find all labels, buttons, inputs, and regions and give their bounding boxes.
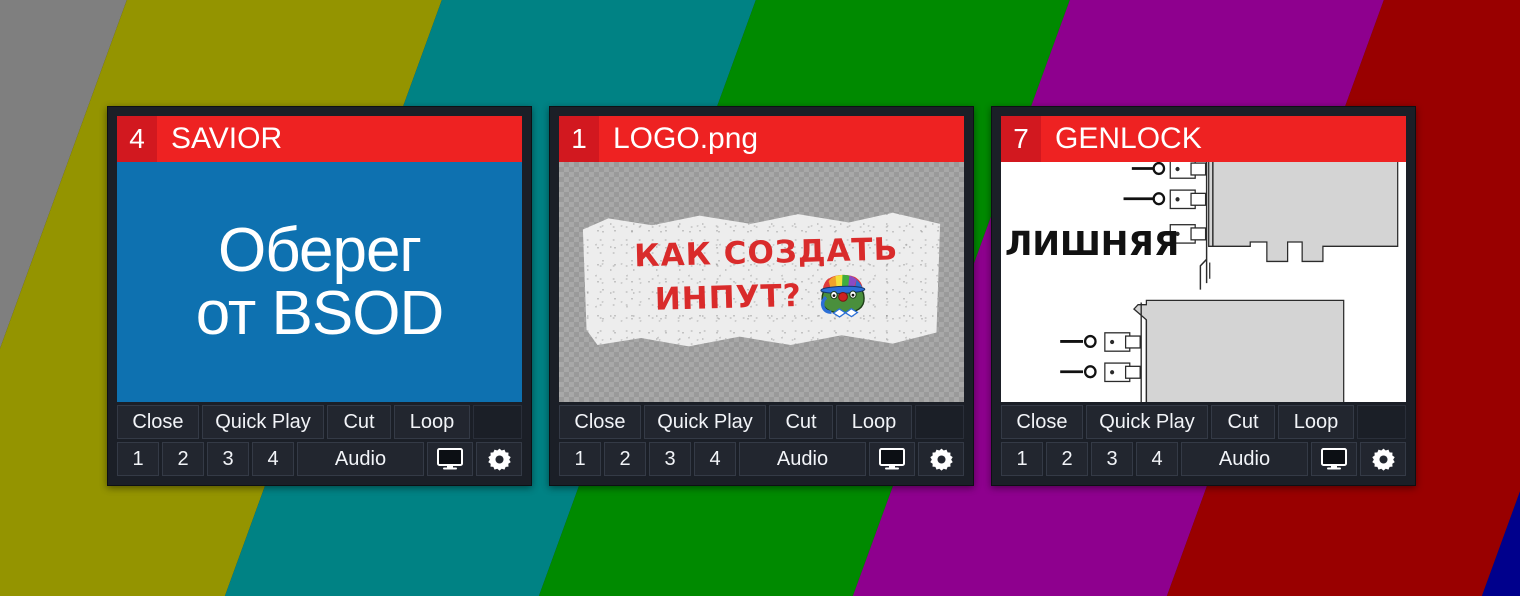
- cut-button[interactable]: Cut: [327, 405, 391, 439]
- media-panel-logo[interactable]: 1 LOGO.png КАК СОЗДАТЬ ИНПУТ? Close Quic…: [549, 106, 974, 486]
- settings-button[interactable]: [476, 442, 522, 476]
- tape-text-line-2: ИНПУТ?: [654, 277, 803, 318]
- monitor-button[interactable]: [427, 442, 473, 476]
- layer-button-1[interactable]: 1: [1001, 442, 1043, 476]
- pepe-rainbow-hat-icon: [820, 274, 866, 318]
- layer-button-2[interactable]: 2: [604, 442, 646, 476]
- layer-button-4[interactable]: 4: [694, 442, 736, 476]
- layer-button-2[interactable]: 2: [1046, 442, 1088, 476]
- panel-title: GENLOCK: [1055, 122, 1202, 155]
- settings-button[interactable]: [918, 442, 964, 476]
- gear-icon: [929, 448, 953, 471]
- drawing-caption: ЛИШНЯЯ: [1005, 223, 1180, 263]
- monitor-icon: [437, 448, 463, 470]
- gear-icon: [1371, 448, 1395, 471]
- panel-titlebar: 4 SAVIOR: [117, 116, 522, 162]
- slide-line-2: от BSOD: [195, 279, 444, 348]
- settings-button[interactable]: [1360, 442, 1406, 476]
- layer-button-3[interactable]: 3: [207, 442, 249, 476]
- panel-index-badge: 1: [559, 116, 599, 162]
- cut-button[interactable]: Cut: [1211, 405, 1275, 439]
- monitor-icon: [879, 448, 905, 470]
- panel-button-row-secondary: 1 2 3 4 Audio: [117, 442, 522, 476]
- panel-preview[interactable]: КАК СОЗДАТЬ ИНПУТ?: [559, 162, 964, 402]
- gear-icon: [487, 448, 511, 471]
- panel-button-row-primary: Close Quick Play Cut Loop: [117, 405, 522, 439]
- monitor-icon: [1321, 448, 1347, 470]
- loop-button[interactable]: Loop: [1278, 405, 1354, 439]
- close-button[interactable]: Close: [1001, 405, 1083, 439]
- loop-button[interactable]: Loop: [836, 405, 912, 439]
- torn-tape-graphic: КАК СОЗДАТЬ ИНПУТ?: [582, 212, 941, 347]
- close-button[interactable]: Close: [117, 405, 199, 439]
- layer-button-2[interactable]: 2: [162, 442, 204, 476]
- row-spacer: [915, 405, 964, 439]
- media-panel-savior[interactable]: 4 SAVIOR Оберег от BSOD Close Quick Play…: [107, 106, 532, 486]
- row-spacer: [473, 405, 522, 439]
- audio-button[interactable]: Audio: [1181, 442, 1308, 476]
- pci-card-svg: [1060, 162, 1399, 402]
- panel-preview[interactable]: ЛИШНЯЯ: [1001, 162, 1406, 402]
- quick-play-button[interactable]: Quick Play: [202, 405, 324, 439]
- slide-blue-bsod: Оберег от BSOD: [117, 162, 522, 402]
- layer-button-4[interactable]: 4: [1136, 442, 1178, 476]
- monitor-button[interactable]: [869, 442, 915, 476]
- pci-card-drawing: ЛИШНЯЯ: [1001, 162, 1406, 402]
- panel-titlebar: 7 GENLOCK: [1001, 116, 1406, 162]
- close-button[interactable]: Close: [559, 405, 641, 439]
- panel-index-badge: 7: [1001, 116, 1041, 162]
- layer-button-3[interactable]: 3: [1091, 442, 1133, 476]
- screen-root: 4 SAVIOR Оберег от BSOD Close Quick Play…: [0, 0, 1520, 596]
- panel-button-row-secondary: 1 2 3 4 Audio: [559, 442, 964, 476]
- panel-title: SAVIOR: [171, 122, 283, 155]
- panel-index-badge: 4: [117, 116, 157, 162]
- quick-play-button[interactable]: Quick Play: [644, 405, 766, 439]
- panel-titlebar: 1 LOGO.png: [559, 116, 964, 162]
- quick-play-button[interactable]: Quick Play: [1086, 405, 1208, 439]
- tape-text-line-2-wrap: ИНПУТ?: [583, 266, 940, 328]
- slide-line-1: Оберег: [217, 215, 422, 285]
- audio-button[interactable]: Audio: [297, 442, 424, 476]
- monitor-button[interactable]: [1311, 442, 1357, 476]
- alpha-checkerboard: КАК СОЗДАТЬ ИНПУТ?: [559, 162, 964, 402]
- loop-button[interactable]: Loop: [394, 405, 470, 439]
- row-spacer: [1357, 405, 1406, 439]
- layer-button-1[interactable]: 1: [559, 442, 601, 476]
- panel-button-row-primary: Close Quick Play Cut Loop: [1001, 405, 1406, 439]
- panel-button-row-primary: Close Quick Play Cut Loop: [559, 405, 964, 439]
- panel-button-row-secondary: 1 2 3 4 Audio: [1001, 442, 1406, 476]
- layer-button-4[interactable]: 4: [252, 442, 294, 476]
- layer-button-3[interactable]: 3: [649, 442, 691, 476]
- audio-button[interactable]: Audio: [739, 442, 866, 476]
- panel-preview[interactable]: Оберег от BSOD: [117, 162, 522, 402]
- cut-button[interactable]: Cut: [769, 405, 833, 439]
- media-panel-genlock[interactable]: 7 GENLOCK ЛИШНЯЯ Close Quick Play Cut Lo…: [991, 106, 1416, 486]
- layer-button-1[interactable]: 1: [117, 442, 159, 476]
- panel-title: LOGO.png: [613, 122, 759, 155]
